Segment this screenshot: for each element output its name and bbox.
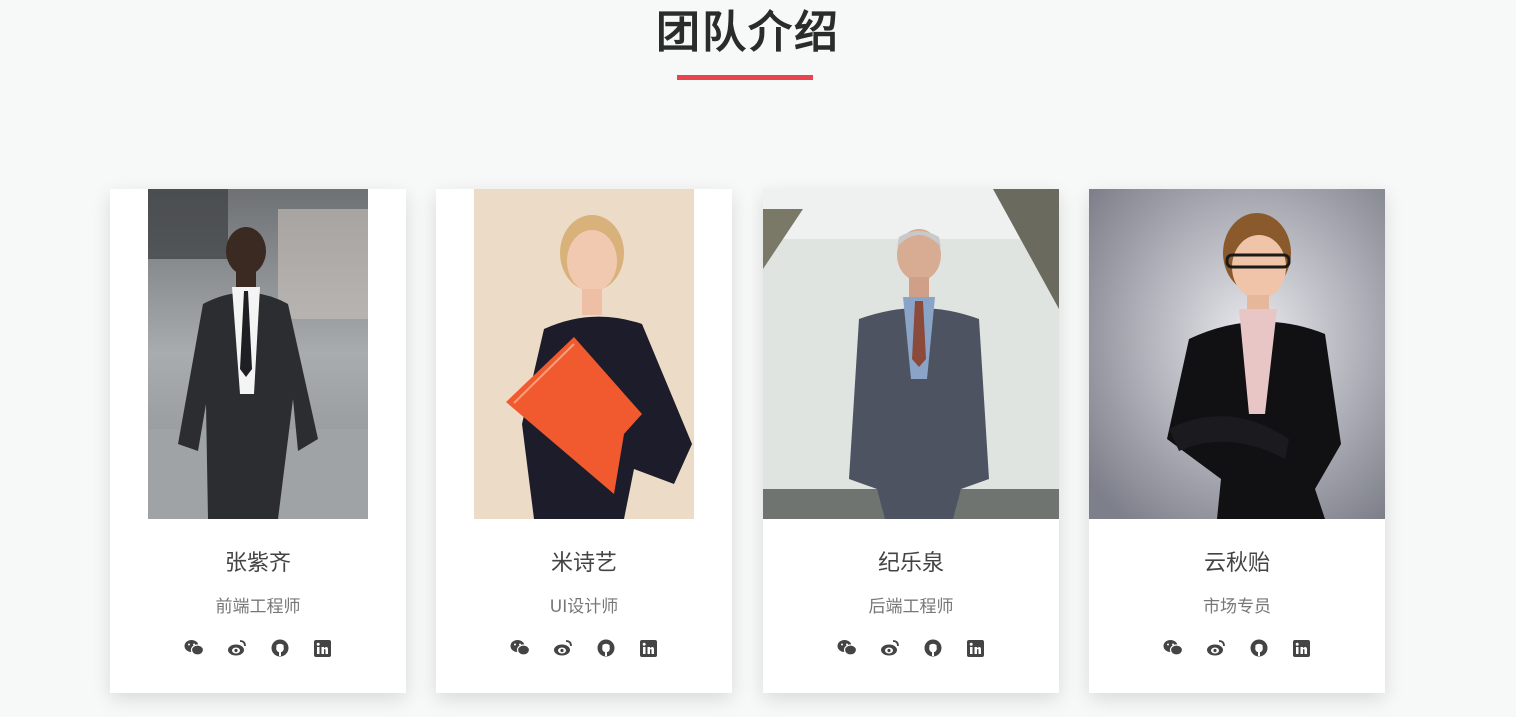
member-role: UI设计师 [549,597,619,617]
member-card: 云秋贻 市场专员 [1089,189,1385,693]
title-underline [677,75,813,80]
github-icon[interactable] [596,638,616,658]
member-name: 米诗艺 [550,551,617,576]
linkedin-icon[interactable] [1292,638,1312,658]
weibo-icon[interactable] [880,638,900,658]
social-links [436,638,732,658]
weibo-icon[interactable] [1206,638,1226,658]
member-card: 纪乐泉 后端工程师 [763,189,1059,693]
member-photo [1089,189,1385,519]
social-links [110,638,406,658]
member-role: 市场专员 [1203,597,1271,617]
linkedin-icon[interactable] [313,638,333,658]
member-card: 米诗艺 UI设计师 [436,189,732,693]
member-name: 纪乐泉 [877,551,944,576]
member-photo [148,189,368,519]
member-card: 张紫齐 前端工程师 [110,189,406,693]
member-photo [474,189,694,519]
github-icon[interactable] [923,638,943,658]
wechat-icon[interactable] [184,638,204,658]
member-role: 前端工程师 [215,597,301,617]
github-icon[interactable] [1249,638,1269,658]
linkedin-icon[interactable] [966,638,986,658]
member-name: 云秋贻 [1203,551,1270,576]
member-role: 后端工程师 [868,597,954,617]
weibo-icon[interactable] [227,638,247,658]
weibo-icon[interactable] [553,638,573,658]
team-cards: 张紫齐 前端工程师 米诗艺 UI设计师 纪乐泉 后端工程师 云秋贻 市场专员 [110,189,1386,693]
wechat-icon[interactable] [1163,638,1183,658]
github-icon[interactable] [270,638,290,658]
section-title: 团队介绍 [656,7,840,58]
wechat-icon[interactable] [510,638,530,658]
social-links [1089,638,1385,658]
member-photo [763,189,1059,519]
social-links [763,638,1059,658]
member-name: 张紫齐 [224,551,291,576]
linkedin-icon[interactable] [639,638,659,658]
wechat-icon[interactable] [837,638,857,658]
